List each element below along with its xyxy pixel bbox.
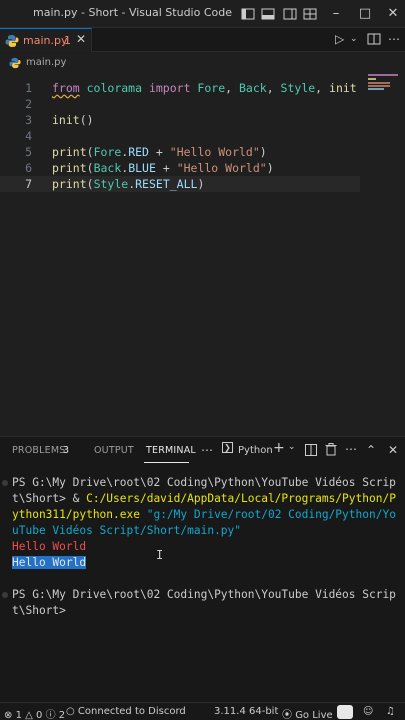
tab-problems[interactable]: PROBLEMS: [12, 445, 65, 456]
split-editor-icon[interactable]: [367, 32, 381, 48]
toggle-sidebar-icon[interactable]: [240, 6, 256, 22]
split-terminal-icon[interactable]: [305, 444, 317, 459]
terminal-red-output: Hello World: [12, 540, 87, 553]
go-live-button[interactable]: ⦿ Go Live: [282, 706, 333, 720]
terminal-line: t\Short> & C:/Users/david/AppData/Local/…: [12, 492, 396, 505]
command-decoration-icon[interactable]: [2, 592, 8, 598]
line-number: 3: [25, 113, 32, 127]
kill-terminal-icon[interactable]: [325, 443, 337, 459]
close-window-button[interactable]: ✕: [383, 4, 403, 24]
tab-output[interactable]: OUTPUT: [94, 445, 134, 456]
python-icon: [5, 35, 19, 47]
code-line[interactable]: 3 init(): [0, 112, 360, 128]
editor-tab-bar: main.py 1 ✕ ▷ ⌄ ⋯: [0, 28, 405, 52]
title-bar: main.py - Short - Visual Studio Code – □…: [0, 0, 405, 28]
terminal-python-icon: ❯: [222, 442, 233, 453]
line-number: 2: [25, 97, 32, 111]
line-number: 1: [25, 81, 32, 95]
close-panel-icon[interactable]: ✕: [388, 443, 398, 457]
terminal-profile-label[interactable]: Python: [238, 445, 273, 456]
panel-more-icon-2[interactable]: ⋯: [345, 442, 357, 456]
accounts-icon[interactable]: ☺: [363, 706, 373, 717]
terminal-blue-output: Hello World: [12, 556, 87, 569]
line-number: 6: [25, 161, 32, 175]
terminal-line: PS G:\My Drive\root\02 Coding\Python\You…: [12, 476, 396, 489]
discord-icon: ○: [66, 706, 75, 717]
minimap[interactable]: [366, 72, 405, 112]
code-text: print(Back.BLUE + "Hello World"): [52, 161, 274, 175]
toggle-panel-icon[interactable]: [260, 6, 276, 22]
copilot-icon[interactable]: [337, 705, 353, 719]
code-line[interactable]: 1 from colorama import Fore, Back, Style,…: [0, 80, 360, 96]
maximize-panel-chevron-icon[interactable]: ⌃: [366, 443, 376, 457]
toggle-secondary-sidebar-icon[interactable]: [282, 6, 298, 22]
code-line[interactable]: 5 print(Fore.RED + "Hello World"): [0, 144, 360, 160]
run-python-file-icon[interactable]: ▷: [335, 32, 344, 48]
mouse-cursor-icon: I: [156, 548, 164, 562]
warning-icon: △: [25, 710, 33, 720]
code-line[interactable]: 6 print(Back.BLUE + "Hello World"): [0, 160, 360, 176]
error-icon: ⊗: [4, 710, 13, 720]
line-number: 4: [25, 129, 32, 143]
python-icon: [9, 57, 21, 69]
info-icon: ⓘ: [45, 710, 56, 720]
window-title: main.py - Short - Visual Studio Code: [33, 6, 232, 19]
run-options-chevron-icon[interactable]: ⌄: [350, 34, 358, 50]
problems-count-badge: 3: [63, 445, 70, 456]
terminal-line: uTube Vidéos Script/Short/main.py": [12, 524, 242, 537]
python-interpreter[interactable]: 3.11.4 64-bit: [214, 706, 278, 717]
close-tab-icon[interactable]: ✕: [76, 32, 86, 46]
tab-label: main.py: [23, 34, 68, 47]
notifications-bell-icon[interactable]: ♫: [386, 706, 395, 717]
problems-status[interactable]: ⊗ 1 △ 0 ⓘ 2: [4, 706, 65, 720]
code-text: from colorama import Fore, Back, Style, …: [52, 81, 357, 95]
code-text: print(Style.RESET_ALL): [52, 177, 205, 191]
minimize-button[interactable]: –: [326, 4, 346, 24]
code-line[interactable]: 4: [0, 128, 360, 144]
code-line[interactable]: 2: [0, 96, 360, 112]
tab-problem-count: 1: [64, 34, 71, 47]
active-tab-indicator: [144, 462, 189, 463]
bottom-panel: PROBLEMS 3 OUTPUT TERMINAL ⋯ ❯ Python + …: [0, 436, 405, 702]
panel-tabs: PROBLEMS 3 OUTPUT TERMINAL ⋯ ❯ Python + …: [0, 437, 405, 465]
code-text: init(): [52, 113, 94, 127]
broadcast-icon: ⦿: [282, 710, 292, 720]
more-actions-icon[interactable]: ⋯: [388, 32, 400, 48]
code-editor[interactable]: 1 from colorama import Fore, Back, Style,…: [0, 72, 405, 436]
customize-layout-icon[interactable]: [302, 6, 318, 22]
new-terminal-icon[interactable]: +: [273, 440, 285, 456]
maximize-button[interactable]: □: [355, 4, 375, 24]
terminal-output[interactable]: PS G:\My Drive\root\02 Coding\Python\You…: [0, 475, 405, 703]
breadcrumb-file[interactable]: main.py: [26, 57, 66, 68]
terminal-prompt: t\Short>: [12, 604, 66, 617]
breadcrumb: main.py: [0, 54, 405, 72]
status-bar: ⊗ 1 △ 0 ⓘ 2 ○ Connected to Discord 3.11.…: [0, 702, 405, 720]
discord-status[interactable]: ○ Connected to Discord: [66, 706, 186, 717]
line-number: 7: [25, 177, 32, 191]
tab-terminal[interactable]: TERMINAL: [146, 445, 196, 456]
tab-main-py[interactable]: main.py 1 ✕: [0, 28, 92, 52]
terminal-dropdown-chevron-icon[interactable]: ⌄: [288, 442, 296, 452]
line-number: 5: [25, 145, 32, 159]
code-line[interactable]: 7 print(Style.RESET_ALL): [0, 176, 360, 192]
terminal-line: PS G:\My Drive\root\02 Coding\Python\You…: [12, 588, 396, 601]
panel-more-icon[interactable]: ⋯: [201, 443, 213, 457]
command-decoration-icon[interactable]: [2, 480, 8, 486]
terminal-line: ython311/python.exe "g:/My Drive/root/02…: [12, 508, 396, 521]
code-text: print(Fore.RED + "Hello World"): [52, 145, 267, 159]
